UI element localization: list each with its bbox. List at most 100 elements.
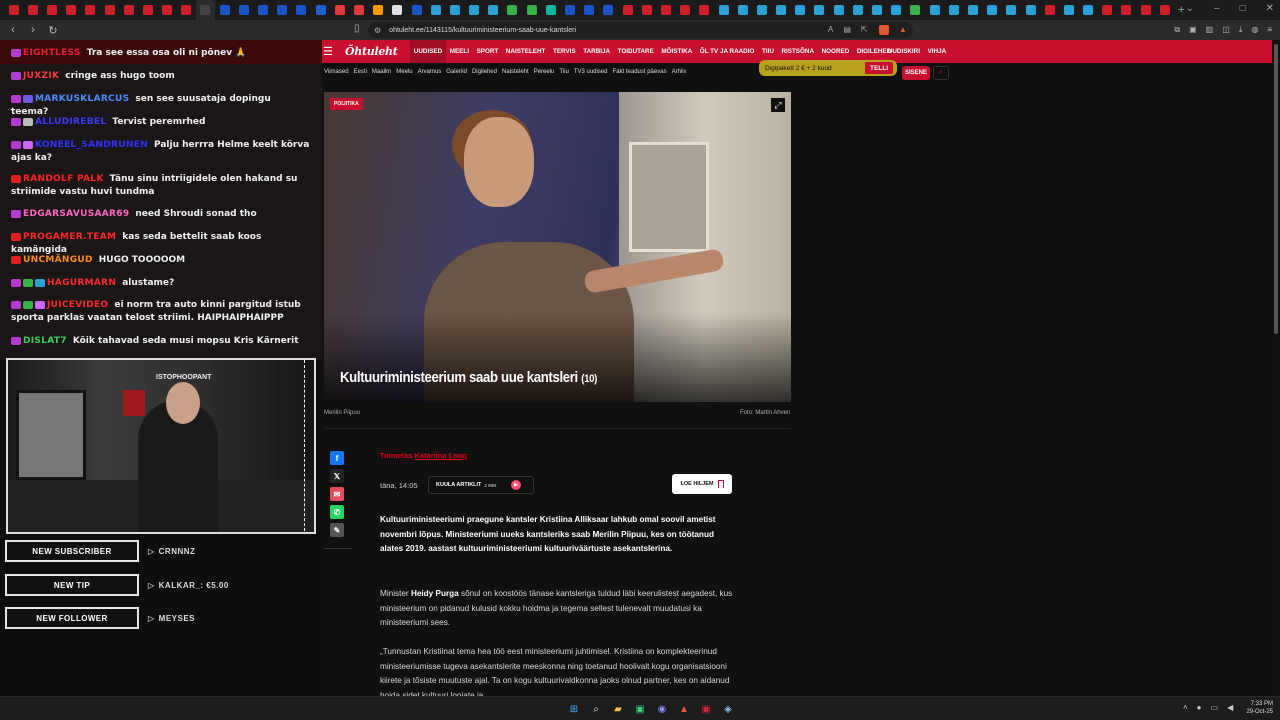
subnav-item[interactable]: Pereelu — [534, 69, 555, 75]
minimize-icon[interactable]: – — [1214, 3, 1220, 14]
browser-tab[interactable] — [195, 0, 216, 20]
browser-tab[interactable] — [81, 0, 100, 20]
browser-tab[interactable] — [599, 0, 618, 20]
browser-tab[interactable] — [925, 0, 944, 20]
vpn-icon[interactable]: ◍ — [1251, 25, 1258, 35]
subnav-item[interactable]: Digilehed — [472, 69, 497, 75]
browser-tab[interactable] — [963, 0, 982, 20]
browser-tab[interactable] — [714, 0, 733, 20]
subnav-item[interactable]: Naisteleht — [502, 69, 529, 75]
browser-tab[interactable] — [1059, 0, 1078, 20]
article-hero-image[interactable]: POLIITIKA ⤢ Kultuuriministeerium saab uu… — [324, 92, 791, 402]
nav-item[interactable]: TOIDUTARE — [614, 40, 658, 63]
login-button[interactable]: SISENE — [902, 66, 930, 80]
browser-tab[interactable] — [1117, 0, 1136, 20]
browser-tab[interactable] — [484, 0, 503, 20]
sidebar-icon[interactable]: ▥ — [1206, 25, 1214, 35]
microphone-icon[interactable]: ● — [1197, 703, 1202, 712]
browser-tab[interactable] — [656, 0, 675, 20]
browser-tab[interactable] — [503, 0, 522, 20]
subnav-item[interactable]: Maailm — [372, 69, 391, 75]
wallet-icon[interactable]: ▣ — [1189, 25, 1197, 35]
nav-item[interactable]: TARBIJA — [579, 40, 613, 63]
browser-tab[interactable] — [867, 0, 886, 20]
app-icon[interactable]: ▣ — [698, 701, 714, 717]
subnav-item[interactable]: TV3 uudised — [574, 69, 608, 75]
subnav-item[interactable]: Arvamus — [418, 69, 442, 75]
browser-tab[interactable] — [983, 0, 1002, 20]
browser-tab[interactable] — [292, 0, 311, 20]
app-icon[interactable]: ▣ — [632, 701, 648, 717]
x-icon[interactable]: 𝕏 — [330, 469, 344, 483]
browser-tab[interactable] — [887, 0, 906, 20]
reload-icon[interactable]: ↻ — [46, 24, 60, 37]
browser-tab[interactable] — [791, 0, 810, 20]
steam-icon[interactable]: ◈ — [720, 701, 736, 717]
browser-tab[interactable] — [772, 0, 791, 20]
nav-item[interactable]: UUDISED — [410, 40, 446, 63]
fullscreen-icon[interactable]: ⤢ — [771, 98, 785, 112]
nav-item[interactable]: SPORT — [473, 40, 502, 63]
tray-overflow-icon[interactable]: ˄ — [1183, 703, 1188, 712]
browser-tab[interactable] — [426, 0, 445, 20]
browser-tab[interactable] — [388, 0, 407, 20]
browser-tab[interactable] — [273, 0, 292, 20]
nav-item[interactable]: TERVIS — [549, 40, 579, 63]
browser-tab[interactable] — [906, 0, 925, 20]
email-icon[interactable]: ✉ — [330, 487, 344, 501]
back-icon[interactable]: ‹ — [6, 24, 20, 36]
subnav-item[interactable]: Tiiu — [559, 69, 568, 75]
browser-tab[interactable] — [253, 0, 272, 20]
subscription-promo[interactable]: Digipakett 2 € + 2 kuud TELLI — [759, 60, 897, 76]
forward-icon[interactable]: › — [26, 24, 40, 36]
browser-tab[interactable] — [637, 0, 656, 20]
brave-shield-icon[interactable] — [879, 25, 889, 35]
brave-icon[interactable]: ▲ — [676, 701, 692, 717]
file-explorer-icon[interactable]: ▰ — [610, 701, 626, 717]
new-tab-button[interactable]: + — [1178, 4, 1184, 16]
site-info-icon[interactable]: ⚙ — [374, 26, 381, 35]
browser-tab[interactable] — [944, 0, 963, 20]
browser-tab[interactable] — [580, 0, 599, 20]
browser-tab[interactable] — [369, 0, 388, 20]
browser-tab[interactable] — [465, 0, 484, 20]
subnav-item[interactable]: Fakt teadust päevas — [613, 69, 667, 75]
hamburger-icon[interactable]: ☰ — [323, 45, 333, 58]
browser-tab[interactable] — [1155, 0, 1174, 20]
edit-icon[interactable]: ✎ — [330, 523, 344, 537]
browser-tab[interactable] — [330, 0, 349, 20]
browser-tab[interactable] — [445, 0, 464, 20]
search-icon[interactable]: ⌕ — [588, 701, 604, 717]
subnav-item[interactable]: Galeriid — [446, 69, 467, 75]
browser-tab[interactable] — [158, 0, 177, 20]
search-icon[interactable]: ⌕ — [933, 66, 949, 80]
play-icon[interactable]: ▶ — [511, 480, 521, 490]
browser-tab[interactable] — [42, 0, 61, 20]
browser-tab[interactable] — [522, 0, 541, 20]
subscribe-button[interactable]: TELLI — [865, 62, 893, 74]
browser-tab[interactable] — [100, 0, 119, 20]
category-badge[interactable]: POLIITIKA — [330, 98, 363, 110]
browser-tab[interactable] — [560, 0, 579, 20]
nav-item[interactable]: MEELI — [446, 40, 473, 63]
nav-item[interactable]: MÕISTIKA — [658, 40, 696, 63]
browser-tab[interactable] — [234, 0, 253, 20]
subnav-item[interactable]: Eesti — [354, 69, 367, 75]
read-later-button[interactable]: LOE HILJEM — [672, 474, 732, 494]
discord-icon[interactable]: ◉ — [654, 701, 670, 717]
site-logo[interactable]: Õhtuleht — [345, 45, 398, 58]
browser-tab[interactable] — [311, 0, 330, 20]
browser-tab[interactable] — [138, 0, 157, 20]
scrollbar-thumb[interactable] — [1274, 44, 1278, 334]
browser-tab[interactable] — [62, 0, 81, 20]
maximize-icon[interactable]: □ — [1240, 3, 1246, 14]
subnav-item[interactable]: Meelu — [396, 69, 412, 75]
whatsapp-icon[interactable]: ✆ — [330, 505, 344, 519]
browser-tab[interactable] — [215, 0, 234, 20]
bookmark-icon[interactable]: ▯ — [354, 23, 360, 34]
clock[interactable]: 7:33 PM 29-Oct-25 — [1241, 700, 1273, 716]
browser-tab[interactable] — [1002, 0, 1021, 20]
browser-tab[interactable] — [810, 0, 829, 20]
extension-icon[interactable]: ⧉ — [1174, 25, 1180, 35]
browser-tab[interactable] — [541, 0, 560, 20]
